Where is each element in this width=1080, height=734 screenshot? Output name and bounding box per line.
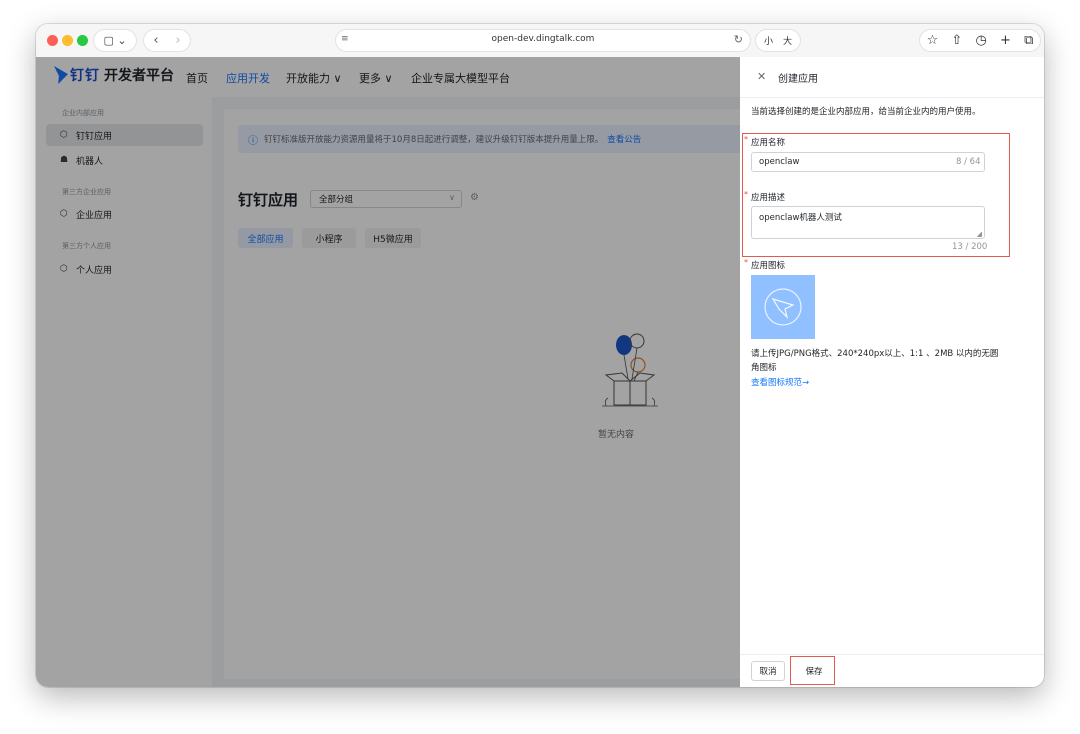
- font-smaller-button[interactable]: 小: [764, 34, 773, 47]
- divider: [740, 97, 1044, 98]
- close-window-button[interactable]: [47, 35, 58, 46]
- dingtalk-bird-icon: [764, 288, 802, 326]
- tab-overview-icon[interactable]: ⧉: [1024, 33, 1033, 48]
- app-icon-upload[interactable]: [751, 275, 815, 339]
- app-name-counter: 8 / 64: [956, 157, 981, 167]
- page: 钉钉 开发者平台 首页 应用开发 开放能力 ∨ 更多 ∨ 企业专属大模型平台 企…: [36, 57, 1044, 687]
- address-bar[interactable]: ≡ open-dev.dingtalk.com ↻: [336, 30, 750, 51]
- sidebar-icon: ▢: [103, 34, 114, 47]
- divider: [740, 654, 1044, 655]
- drawer-description: 当前选择创建的是企业内部应用，给当前企业内的用户使用。: [751, 107, 981, 117]
- chevron-down-icon: ⌄: [117, 34, 127, 47]
- app-name-label: 应用名称: [751, 138, 786, 148]
- toolbar-actions: ☆ ⇧ ◷ + ⧉: [920, 30, 1040, 51]
- required-mark: *: [744, 258, 748, 267]
- app-description-textarea[interactable]: openclaw机器人测试 ◢: [751, 206, 985, 239]
- app-description-value: openclaw机器人测试: [759, 213, 842, 223]
- browser-window: ▢ ⌄ ‹ › ≡ open-dev.dingtalk.com ↻ 小 大 ☆ ⇧…: [36, 24, 1044, 687]
- bookmark-star-icon[interactable]: ☆: [927, 33, 939, 48]
- resize-handle-icon[interactable]: ◢: [977, 230, 982, 238]
- drawer-title: 创建应用: [778, 74, 818, 85]
- required-mark: *: [744, 135, 748, 144]
- browser-toolbar: ▢ ⌄ ‹ › ≡ open-dev.dingtalk.com ↻ 小 大 ☆ ⇧…: [36, 24, 1044, 58]
- share-icon[interactable]: ⇧: [951, 33, 962, 48]
- new-tab-plus-icon[interactable]: +: [1000, 33, 1011, 48]
- required-mark: *: [744, 190, 748, 199]
- font-larger-button[interactable]: 大: [783, 34, 792, 47]
- modal-overlay[interactable]: [36, 57, 740, 687]
- app-name-value: openclaw: [759, 157, 800, 167]
- app-description-counter: 13 / 200: [952, 242, 988, 252]
- icon-spec-link[interactable]: 查看图标规范→: [751, 376, 809, 388]
- close-icon[interactable]: ✕: [757, 70, 766, 83]
- app-icon-label: 应用图标: [751, 261, 786, 271]
- save-button[interactable]: 保存: [794, 661, 834, 681]
- font-size-control: 小 大: [756, 30, 800, 51]
- app-icon-hint: 请上传JPG/PNG格式、240*240px以上、1:1 、2MB 以内的无圆角…: [751, 349, 999, 373]
- minimize-window-button[interactable]: [62, 35, 73, 46]
- forward-button[interactable]: ›: [167, 33, 189, 48]
- app-description-label: 应用描述: [751, 193, 786, 203]
- url-text: open-dev.dingtalk.com: [491, 34, 595, 44]
- history-clock-icon[interactable]: ◷: [975, 33, 986, 48]
- app-name-input[interactable]: openclaw: [751, 152, 985, 172]
- zoom-window-button[interactable]: [77, 35, 88, 46]
- cancel-button[interactable]: 取消: [751, 661, 785, 681]
- reload-icon[interactable]: ↻: [734, 33, 743, 46]
- history-nav: ‹ ›: [144, 30, 190, 51]
- create-app-drawer: ✕ 创建应用 当前选择创建的是企业内部应用，给当前企业内的用户使用。 * 应用名…: [740, 57, 1044, 687]
- back-button[interactable]: ‹: [145, 33, 167, 48]
- sidebar-toggle-button[interactable]: ▢ ⌄: [94, 30, 136, 51]
